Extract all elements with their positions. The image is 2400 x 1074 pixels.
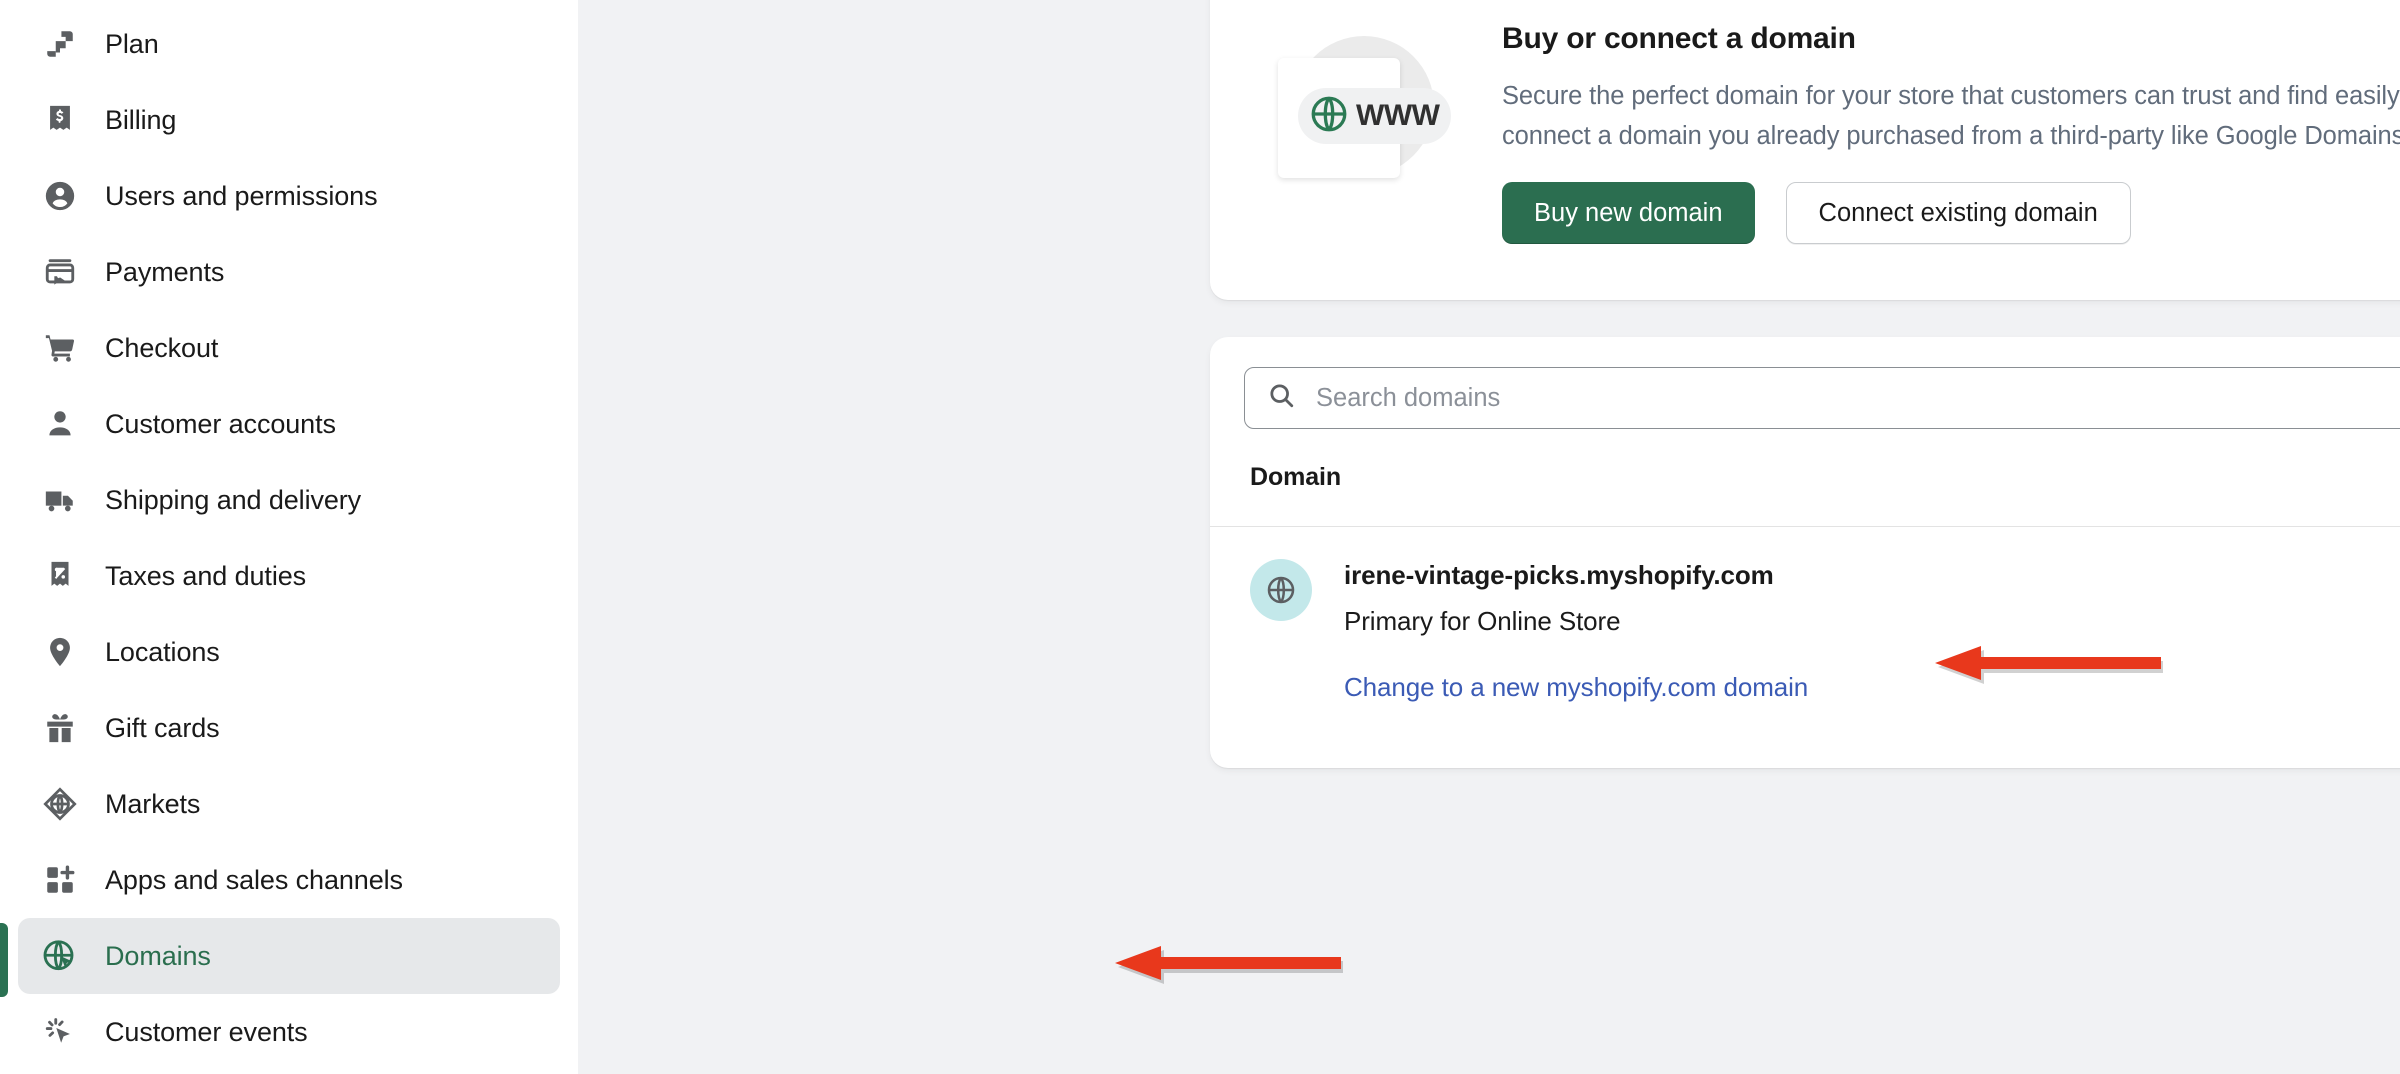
sidebar-item-label: Taxes and duties [105,560,307,591]
search-input[interactable] [1316,383,2400,413]
banner-title: Buy or connect a domain [1502,22,1856,55]
sidebar-item-label: Markets [105,788,201,819]
sidebar-item-label: Billing [105,104,177,135]
payments-card-icon [40,252,80,292]
arrow-pointing-at-domains-nav-item [1113,940,1344,991]
sidebar-item-billing[interactable]: Billing [18,82,560,158]
map-pin-icon [40,632,80,672]
user-circle-icon [40,176,80,216]
buy-new-domain-button[interactable]: Buy new domain [1502,182,1755,244]
billing-receipt-icon [40,100,80,140]
click-events-icon [40,1012,80,1052]
banner-actions: Buy new domain Connect existing domain [1502,182,2400,244]
globe-diamond-icon [40,784,80,824]
sidebar-item-label: Shipping and delivery [105,484,362,515]
sidebar-item-users-and-permissions[interactable]: Users and permissions [18,158,560,234]
settings-sidebar: Plan Billing Users and permissions Payme… [0,0,578,1074]
sidebar-item-label: Locations [105,636,220,667]
sidebar-item-apps-and-sales-channels[interactable]: Apps and sales channels [18,842,560,918]
sidebar-item-label: Customer accounts [105,408,336,439]
domain-illustration: WWW [1270,30,1456,216]
active-nav-indicator [0,923,8,997]
domains-list-card: Domain Target irene-vintage-picks.myshop… [1210,337,2400,768]
apps-plus-icon [40,860,80,900]
sidebar-item-label: Users and permissions [105,180,378,211]
sidebar-item-checkout[interactable]: Checkout [18,310,560,386]
domain-subtitle: Primary for Online Store [1344,606,1621,636]
sidebar-item-label: Gift cards [105,712,220,743]
sidebar-item-label: Customer events [105,1016,308,1047]
sidebar-item-gift-cards[interactable]: Gift cards [18,690,560,766]
domain-texts: irene-vintage-picks.myshopify.com Primar… [1344,557,1808,704]
plan-icon [40,24,80,64]
sidebar-item-taxes-and-duties[interactable]: Taxes and duties [18,538,560,614]
domain-name: irene-vintage-picks.myshopify.com [1344,560,1774,590]
sidebar-item-plan[interactable]: Plan [18,6,560,82]
table-row[interactable]: irene-vintage-picks.myshopify.com Primar… [1242,527,2400,704]
sidebar-item-label: Plan [105,28,159,59]
gift-icon [40,708,80,748]
buy-or-connect-domain-card: WWW Buy or connect a domain Secure the p… [1210,0,2400,300]
domains-table-header: Domain Target [1242,429,2400,526]
search-domains-field[interactable] [1244,367,2400,429]
globe-icon [1308,93,1350,140]
search-icon [1267,381,1296,415]
sidebar-item-locations[interactable]: Locations [18,614,560,690]
sidebar-item-label: Domains [105,940,211,971]
person-icon [40,404,80,444]
banner-body: Buy or connect a domain Secure the perfe… [1502,0,2400,244]
change-myshopify-domain-link[interactable]: Change to a new myshopify.com domain [1344,670,1808,704]
sidebar-item-payments[interactable]: Payments [18,234,560,310]
delivery-truck-icon [40,480,80,520]
sidebar-item-domains[interactable]: Domains [18,918,560,994]
sidebar-item-customer-events[interactable]: Customer events [18,994,560,1070]
domain-cell: irene-vintage-picks.myshopify.com Primar… [1250,557,2400,704]
sidebar-item-label: Checkout [105,332,219,363]
sidebar-item-shipping-and-delivery[interactable]: Shipping and delivery [18,462,560,538]
banner-description: Secure the perfect domain for your store… [1502,82,2400,150]
sidebar-item-label: Apps and sales channels [105,864,403,895]
sidebar-item-customer-accounts[interactable]: Customer accounts [18,386,560,462]
globe-badge-icon [1250,559,1312,621]
app-root: Plan Billing Users and permissions Payme… [0,0,2400,1074]
www-text: WWW [1356,99,1440,132]
sidebar-item-markets[interactable]: Markets [18,766,560,842]
connect-existing-domain-button[interactable]: Connect existing domain [1785,182,2131,244]
percent-receipt-icon [40,556,80,596]
column-header-domain: Domain [1250,463,1342,491]
shopping-cart-icon [40,328,80,368]
main-content: WWW Buy or connect a domain Secure the p… [578,0,2400,1074]
illustration-url-pill: WWW [1298,88,1452,144]
globe-cursor-icon [40,936,80,976]
sidebar-item-label: Payments [105,256,225,287]
